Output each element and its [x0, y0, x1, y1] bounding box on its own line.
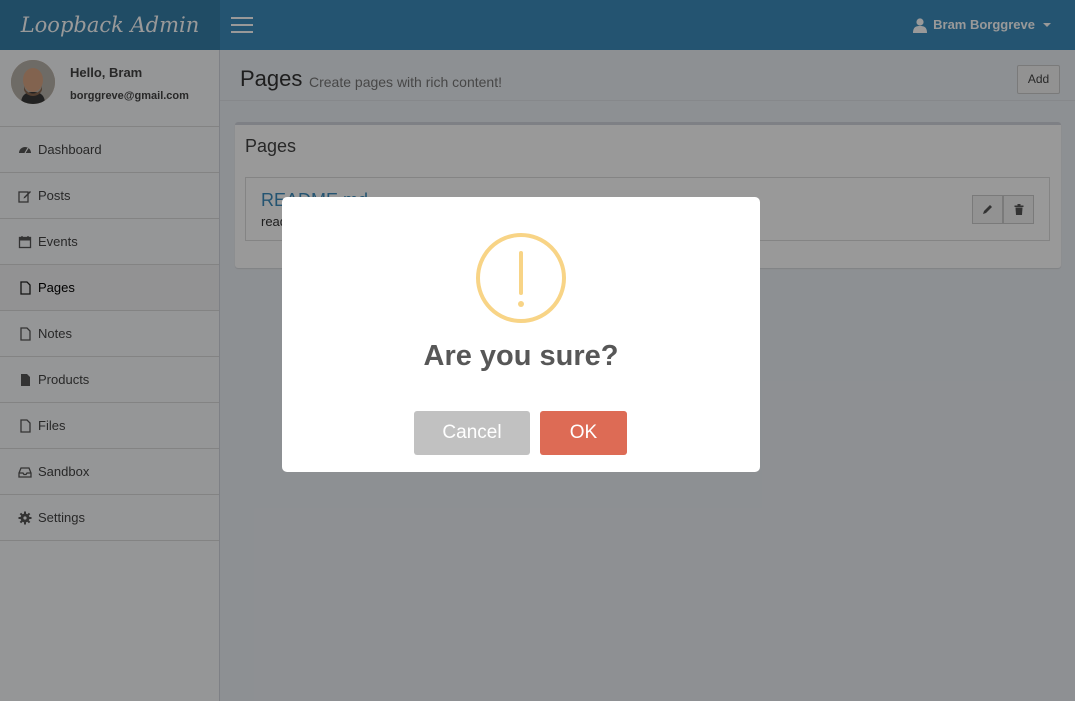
ok-button[interactable]: OK	[540, 411, 627, 455]
cancel-button[interactable]: Cancel	[414, 411, 530, 455]
warning-icon	[476, 233, 566, 323]
dialog-title: Are you sure?	[423, 340, 619, 372]
confirm-dialog: Are you sure? Cancel OK	[282, 197, 760, 472]
